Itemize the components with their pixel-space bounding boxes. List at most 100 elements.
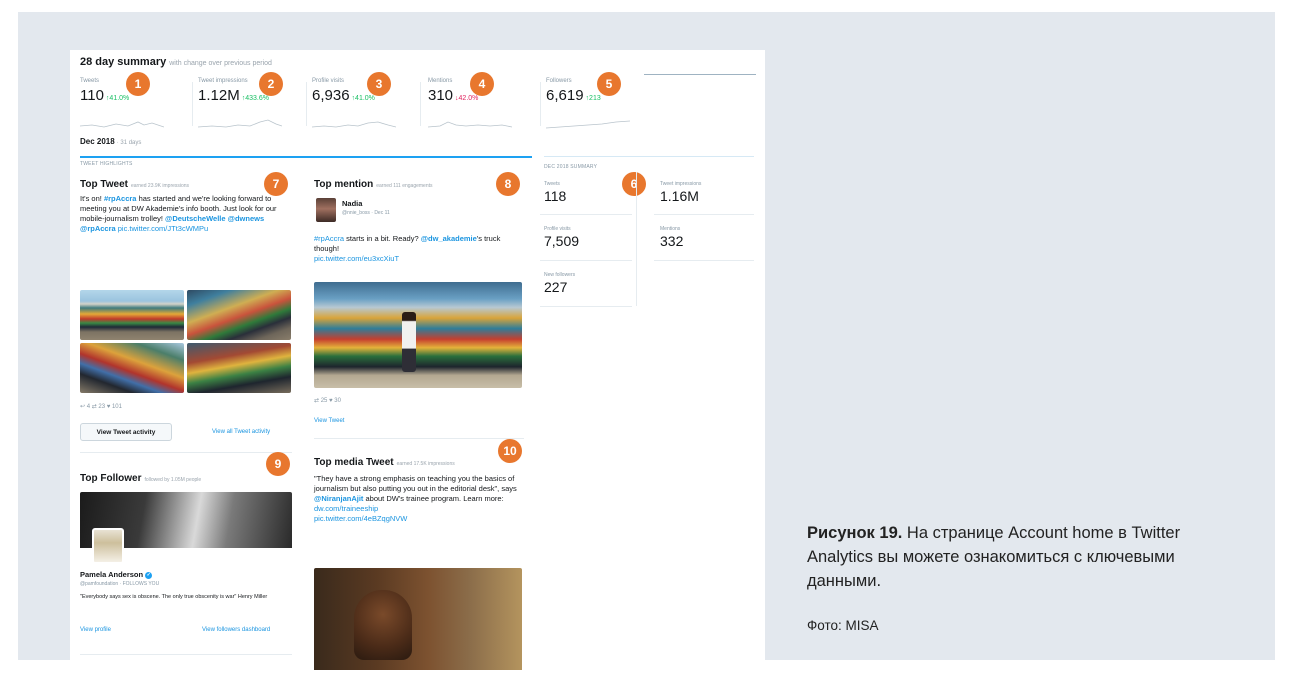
- pic-link[interactable]: pic.twitter.com/eu3xcXiuT: [314, 254, 399, 263]
- mention-photo[interactable]: [314, 282, 522, 388]
- stat-label: Profile visits: [544, 226, 571, 232]
- callout-badge: 5: [597, 72, 621, 96]
- metric-change: ↑433.6%: [241, 95, 269, 102]
- top-media-subtitle: earned 17.5K impressions: [396, 461, 455, 467]
- tweet-highlights-label: TWEET HIGHLIGHTS: [80, 161, 133, 167]
- stat-divider: [540, 214, 632, 215]
- panel-top-rule: [644, 74, 756, 75]
- tweet-photo[interactable]: [80, 290, 184, 340]
- tweet-text-part: about DW's trainee program. Learn more:: [363, 494, 504, 503]
- stat-value: 118: [544, 188, 567, 204]
- stat-label: New followers: [544, 272, 576, 278]
- stat-label: Tweets: [544, 181, 560, 187]
- summary-title: 28 day summary with change over previous …: [80, 56, 272, 68]
- hashtag-link[interactable]: #rpAccra: [314, 234, 344, 243]
- person-figure: [354, 590, 412, 660]
- stat-value: 1.16M: [660, 188, 699, 204]
- metric-divider: [420, 82, 421, 126]
- sparkline-chart: [428, 121, 512, 128]
- metric-divider: [306, 82, 307, 126]
- view-tweet-activity-button[interactable]: View Tweet activity: [80, 423, 172, 441]
- callout-badge: 7: [264, 172, 288, 196]
- hashtag-link[interactable]: #rpAccra: [104, 194, 137, 203]
- tweet-photo[interactable]: [80, 343, 184, 393]
- tweet-photo[interactable]: [187, 343, 291, 393]
- top-follower-subtitle: followed by 1.05M people: [144, 477, 202, 483]
- caption-label: Рисунок 19.: [807, 524, 903, 542]
- mention-author-name[interactable]: Nadia: [342, 199, 362, 208]
- stat-divider: [540, 260, 632, 261]
- sparkline-chart: [80, 121, 164, 128]
- mention-link[interactable]: @dwnews: [228, 214, 265, 223]
- mention-link[interactable]: @DeutscheWelle: [165, 214, 226, 223]
- metric-label: Profile visits: [312, 78, 345, 84]
- mention-author-handle: @nnie_boss · Dec 11: [342, 210, 390, 216]
- stat-value: 332: [660, 233, 684, 249]
- top-mention-header: Top mention earned 111 engagements: [314, 179, 433, 190]
- stat-label: Mentions: [660, 226, 681, 232]
- sparkline-chart: [198, 119, 282, 128]
- figure-caption: Рисунок 19. На странице Account home в T…: [807, 521, 1247, 593]
- follower-bio: "Everybody says sex is obscene. The only…: [80, 594, 268, 600]
- tweet-text-part: "They have a strong emphasis on teaching…: [314, 474, 517, 493]
- metric-tweet-impressions[interactable]: Tweet impressions 1.12M ↑433.6%: [198, 78, 302, 130]
- view-followers-dashboard-link[interactable]: View followers dashboard: [202, 627, 270, 633]
- pic-link[interactable]: pic.twitter.com/4eBZqgNVW: [314, 514, 407, 523]
- dec-stat-tweets: Tweets 118: [544, 181, 636, 204]
- month-title: Dec 2018: [80, 137, 115, 146]
- top-media-text: "They have a strong emphasis on teaching…: [314, 474, 526, 524]
- mention-engagement-stats: ⇄ 25 ♥ 30: [314, 398, 341, 404]
- section-divider: [80, 654, 292, 655]
- view-tweet-link[interactable]: View Tweet: [314, 418, 344, 424]
- verified-icon: ✓: [145, 571, 153, 579]
- mention-link[interactable]: @NiranjanAjit: [314, 494, 363, 503]
- month-accent-bar: [80, 156, 532, 158]
- dec-stat-profile-visits: Profile visits 7,509: [544, 226, 636, 249]
- follower-name-row: Pamela Anderson ✓: [80, 570, 153, 579]
- metric-value-row: 6,936 ↑41.0%: [312, 87, 416, 104]
- stat-divider: [654, 214, 754, 215]
- metric-change: ↑41.0%: [105, 95, 130, 102]
- metric-change: ↓42.0%: [455, 95, 479, 102]
- tweet-text-part: starts in a bit. Ready?: [344, 234, 421, 243]
- stat-column-divider: [636, 172, 637, 306]
- avatar[interactable]: [316, 198, 336, 222]
- summary-divider: [544, 156, 754, 157]
- month-header: Dec 2018 · 31 days: [80, 137, 141, 146]
- metric-profile-visits[interactable]: Profile visits 6,936 ↑41.0%: [312, 78, 416, 130]
- metric-divider: [192, 82, 193, 126]
- metric-divider: [540, 82, 541, 126]
- photo-credit: Фото: MISA: [807, 618, 879, 633]
- metric-value: 6,619: [546, 87, 584, 104]
- summary-title-text: 28 day summary: [80, 56, 167, 68]
- pic-link[interactable]: pic.twitter.com/JTt3cWMPu: [118, 224, 208, 233]
- summary-subtitle: with change over previous period: [169, 60, 272, 67]
- tweet-photo[interactable]: [187, 290, 291, 340]
- top-tweet-title: Top Tweet: [80, 179, 128, 190]
- callout-badge: 4: [470, 72, 494, 96]
- stat-value: 227: [544, 279, 568, 295]
- callout-badge: 8: [496, 172, 520, 196]
- view-all-tweet-activity-link[interactable]: View all Tweet activity: [212, 429, 270, 435]
- stat-divider: [654, 260, 754, 261]
- callout-badge: 10: [498, 439, 522, 463]
- follower-name[interactable]: Pamela Anderson: [80, 570, 143, 579]
- top-follower-header: Top Follower followed by 1.05M people: [80, 473, 201, 484]
- mention-link[interactable]: @rpAccra: [80, 224, 116, 233]
- section-divider: [80, 452, 292, 453]
- stat-divider: [540, 306, 632, 307]
- month-days: · 31 days: [116, 140, 142, 146]
- stat-label: Tweet impressions: [660, 181, 702, 187]
- twitter-analytics-screenshot: 28 day summary with change over previous …: [70, 50, 765, 670]
- traineeship-link[interactable]: dw.com/traineeship: [314, 504, 378, 513]
- mention-link[interactable]: @dw_akademie: [421, 234, 477, 243]
- top-tweet-header: Top Tweet earned 23.9K impressions: [80, 179, 189, 190]
- callout-badge: 3: [367, 72, 391, 96]
- top-mention-text: #rpAccra starts in a bit. Ready? @dw_aka…: [314, 234, 526, 264]
- media-photo[interactable]: [314, 568, 522, 670]
- view-profile-link[interactable]: View profile: [80, 627, 111, 633]
- person-figure: [402, 312, 416, 372]
- metric-value: 310: [428, 87, 454, 104]
- avatar[interactable]: [92, 528, 124, 564]
- section-divider: [314, 438, 524, 439]
